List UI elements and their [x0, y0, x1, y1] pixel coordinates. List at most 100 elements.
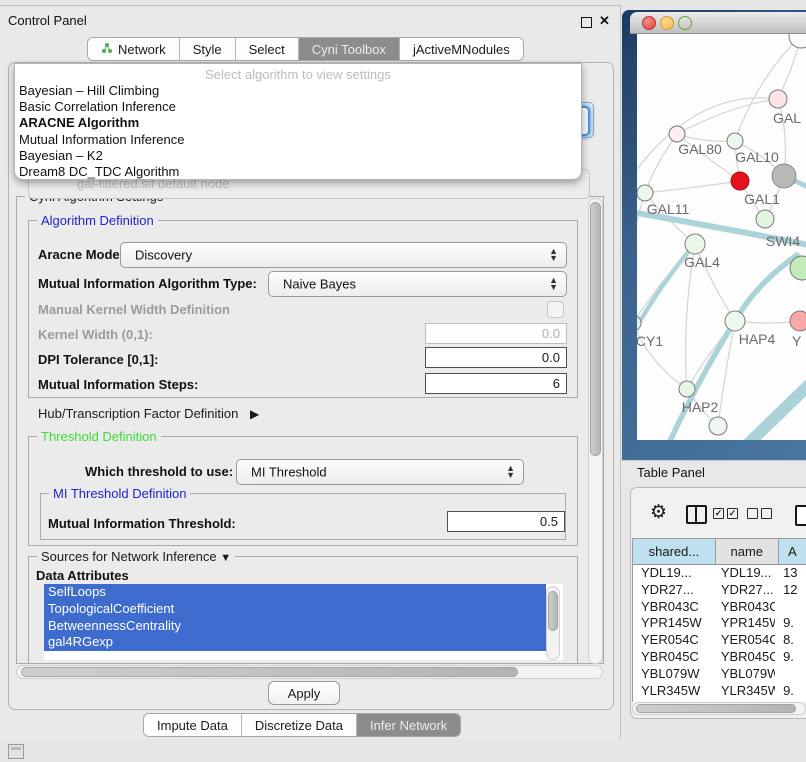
network-node[interactable]	[731, 172, 749, 190]
manual-kernel-checkbox[interactable]	[547, 301, 564, 318]
select-all-checkbox-icon[interactable]: ✓	[713, 508, 724, 519]
split-columns-icon[interactable]	[686, 505, 707, 524]
table-row[interactable]: YLR345WYLR345W9.	[633, 683, 806, 700]
expand-arrow-icon[interactable]: ▶	[250, 407, 259, 421]
tab-label: Style	[193, 42, 222, 57]
algorithm-dropdown-items: Bayesian – Hill ClimbingBasic Correlatio…	[15, 83, 581, 180]
close-icon[interactable]: ✕	[599, 13, 610, 29]
minimize-traffic-light-icon[interactable]	[660, 16, 674, 30]
gear-icon[interactable]: ⚙	[650, 503, 667, 522]
network-node-label: HAP2	[682, 399, 719, 415]
network-window-titlebar[interactable]	[630, 12, 806, 34]
settings-horizontal-scrollbar[interactable]	[16, 665, 603, 679]
settings-vertical-scrollbar[interactable]	[588, 198, 603, 664]
mi-threshold-definition-title: MI Threshold Definition	[49, 486, 190, 501]
collapse-arrow-icon[interactable]: ▼	[220, 552, 231, 564]
which-threshold-value: MI Threshold	[251, 465, 327, 480]
select-all-checkbox-icon[interactable]: ✓	[727, 508, 738, 519]
tab-style[interactable]: Style	[180, 38, 236, 60]
table-cell: 9.	[775, 683, 806, 700]
dropdown-item[interactable]: Bayesian – Hill Climbing	[15, 83, 581, 99]
table-row[interactable]: YBR045CYBR045C9.	[633, 649, 806, 666]
table-row[interactable]: YDR27...YDR27...12	[633, 582, 806, 599]
dpi-tolerance-input[interactable]: 0.0	[425, 347, 567, 368]
deselect-all-checkbox-icon[interactable]	[761, 508, 772, 519]
dropdown-item[interactable]: Bayesian – K2	[15, 148, 581, 164]
table-cell: YBL079W	[713, 666, 775, 683]
data-attribute-item[interactable]: BetweennessCentrality	[44, 618, 546, 635]
table-row[interactable]: YBL079WYBL079W	[633, 666, 806, 683]
network-node[interactable]	[709, 417, 727, 435]
mi-steps-input[interactable]: 6	[425, 373, 567, 394]
tab-label: Select	[249, 42, 285, 57]
table-cell: YBR043C	[713, 599, 775, 616]
dpi-tolerance-label: DPI Tolerance [0,1]:	[38, 352, 158, 367]
network-node[interactable]	[669, 126, 685, 142]
panel-dock-icon[interactable]	[8, 744, 24, 759]
attributes-scrollbar[interactable]	[546, 586, 560, 660]
which-threshold-combobox[interactable]: MI Threshold ▲▼	[236, 459, 524, 485]
aracne-mode-combobox[interactable]: Discovery ▲▼	[120, 242, 567, 268]
network-node[interactable]	[685, 234, 705, 254]
mi-type-combobox[interactable]: Naive Bayes ▲▼	[268, 271, 567, 297]
tab-discretize-data[interactable]: Discretize Data	[242, 714, 357, 736]
network-node-label: GAL10	[735, 149, 779, 165]
table-column-header[interactable]: name	[716, 539, 779, 564]
network-canvas[interactable]: GALGAL80GAL10GAL11GAL1SWI4GAL4GCY1HAP4YH…	[637, 33, 806, 440]
zoom-traffic-light-icon[interactable]	[678, 16, 692, 30]
table-horizontal-scrollbar[interactable]	[632, 702, 806, 715]
data-attribute-item[interactable]: gal4RGexp	[44, 634, 546, 651]
table-column-header[interactable]: A	[779, 539, 806, 564]
kernel-width-input[interactable]: 0.0	[425, 323, 567, 344]
data-attribute-item[interactable]: TopologicalCoefficient	[44, 601, 546, 618]
mi-threshold-input[interactable]: 0.5	[447, 511, 565, 532]
tab-select[interactable]: Select	[236, 38, 299, 60]
network-node[interactable]	[772, 164, 796, 188]
deselect-all-checkbox-icon[interactable]	[747, 508, 758, 519]
tab-cyni-toolbox[interactable]: Cyni Toolbox	[299, 38, 400, 60]
control-panel: Control Panel ✕ NetworkStyleSelectCyni T…	[0, 5, 621, 739]
aracne-mode-label: Aracne Mode:	[38, 247, 124, 262]
dropdown-item[interactable]: Dream8 DC_TDC Algorithm	[15, 164, 581, 180]
settings-hscroll-thumb[interactable]	[21, 667, 518, 677]
network-node[interactable]	[756, 210, 774, 228]
network-node-label: GCY1	[637, 333, 663, 349]
table-row[interactable]: YER054CYER054C8.	[633, 632, 806, 649]
network-node[interactable]	[727, 133, 743, 149]
table-cell: YER054C	[633, 632, 713, 649]
hub-definition-toggle[interactable]: Hub/Transcription Factor Definition ▶	[38, 406, 259, 421]
network-node-label: GAL1	[744, 191, 780, 207]
tab-label: Network	[118, 42, 166, 57]
dropdown-item[interactable]: ARACNE Algorithm	[15, 115, 581, 131]
table-row[interactable]: YDL19...YDL19...13	[633, 565, 806, 582]
table-cell	[775, 599, 806, 616]
apply-button[interactable]: Apply	[268, 681, 340, 705]
table-row[interactable]: YPR145WYPR145W9.	[633, 615, 806, 632]
tab-jactivemnodules[interactable]: jActiveMNodules	[400, 38, 523, 60]
table-cell: YDR27...	[713, 582, 775, 599]
tab-network[interactable]: Network	[88, 38, 180, 60]
export-table-icon[interactable]	[795, 505, 806, 526]
network-node[interactable]	[679, 381, 695, 397]
dropdown-item[interactable]: Basic Correlation Inference	[15, 99, 581, 115]
table-cell: 9.	[775, 615, 806, 632]
table-body: YDL19...YDL19...13YDR27...YDR27...12YBR0…	[633, 565, 806, 702]
table-row[interactable]: YBR043CYBR043C	[633, 599, 806, 616]
network-node[interactable]	[725, 311, 745, 331]
tab-infer-network[interactable]: Infer Network	[357, 714, 460, 736]
threshold-definition-title: Threshold Definition	[37, 429, 161, 444]
data-attribute-item[interactable]: SelfLoops	[44, 584, 546, 601]
network-node[interactable]	[790, 311, 806, 331]
network-node-label: HAP4	[739, 331, 776, 347]
which-threshold-label: Which threshold to use:	[85, 464, 233, 479]
table-hscroll-thumb[interactable]	[636, 704, 796, 713]
float-window-icon[interactable]	[581, 17, 592, 28]
network-node[interactable]	[769, 90, 787, 108]
network-node[interactable]	[637, 185, 653, 201]
tab-impute-data[interactable]: Impute Data	[144, 714, 242, 736]
attributes-scrollbar-thumb[interactable]	[548, 591, 558, 631]
settings-vscroll-thumb[interactable]	[590, 202, 601, 456]
close-traffic-light-icon[interactable]	[642, 16, 656, 30]
dropdown-item[interactable]: Mutual Information Inference	[15, 132, 581, 148]
table-column-header[interactable]: shared...	[633, 539, 716, 564]
